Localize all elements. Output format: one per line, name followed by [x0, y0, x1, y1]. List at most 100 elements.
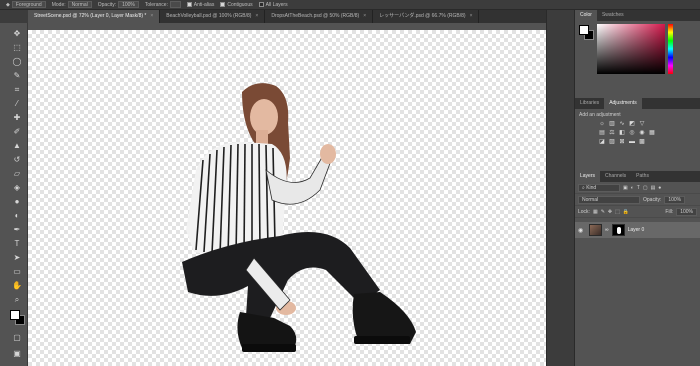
hue-slider[interactable] [668, 24, 673, 74]
brush-icon[interactable]: ✐ [10, 126, 24, 137]
tab-streetscene[interactable]: StreetScene.psd @ 72% (Layer 0, Layer Ma… [28, 10, 161, 23]
shape-icon[interactable]: ▭ [10, 266, 24, 277]
invert-icon[interactable]: ◪ [599, 139, 605, 145]
eraser-icon[interactable]: ▱ [10, 168, 24, 179]
tab-dropsatthebeach[interactable]: DropsAtTheBeach.psd @ 50% (RGB/8) × [265, 10, 374, 23]
selective-color-icon[interactable]: ▩ [639, 139, 645, 145]
stamp-icon[interactable]: ▲ [10, 140, 24, 151]
panel-foreground-swatch[interactable] [579, 25, 589, 35]
filter-smart-icon[interactable]: ▤ [651, 185, 656, 191]
opacity-control[interactable]: Opacity: 100% [98, 1, 139, 8]
close-icon[interactable]: × [255, 10, 258, 23]
filter-adjust-icon[interactable]: ◐ [631, 185, 634, 191]
color-lookup-icon[interactable]: ▦ [649, 130, 655, 136]
threshold-icon[interactable]: ⊠ [619, 139, 625, 145]
mode-control[interactable]: Mode: Normal [52, 1, 92, 8]
eye-icon[interactable]: ◉ [578, 227, 586, 234]
blur-icon[interactable]: ● [10, 196, 24, 207]
exposure-icon[interactable]: ◩ [629, 121, 635, 127]
lock-row: Lock: ▦ ✎ ✥ ⬚ 🔒 Fill: 100% [575, 206, 700, 218]
color-balance-icon[interactable]: ⚖ [609, 130, 615, 136]
lock-position-icon[interactable]: ✥ [608, 209, 612, 215]
lock-pixels-icon[interactable]: ✎ [601, 209, 605, 215]
color-panel-tabs: Color Swatches [575, 10, 700, 21]
filter-pixel-icon[interactable]: ▣ [623, 185, 628, 191]
canvas[interactable] [28, 30, 546, 366]
layer-mask-thumbnail[interactable] [611, 224, 625, 236]
lock-transparency-icon[interactable]: ▦ [593, 209, 598, 215]
zoom-icon[interactable]: ⌕ [10, 294, 24, 305]
lock-artboard-icon[interactable]: ⬚ [615, 209, 620, 215]
quick-mask-icon[interactable]: ▢ [10, 332, 24, 343]
tab-beachvolleyball[interactable]: BeachVolleyball.psd @ 100% (RGB/8) × [160, 10, 266, 23]
fill-source-select[interactable]: Foreground [11, 1, 46, 8]
layer-row[interactable]: ◉ ∞ Layer 0 [575, 222, 700, 238]
tab-swatches[interactable]: Swatches [597, 10, 629, 21]
contiguous-checkbox[interactable]: Contiguous [220, 2, 253, 8]
posterize-icon[interactable]: ▨ [609, 139, 615, 145]
color-picker-field[interactable] [597, 24, 665, 74]
tab-color[interactable]: Color [575, 10, 597, 21]
opacity-input[interactable]: 100% [118, 1, 139, 8]
panel-dock: Color Swatches Libraries Adjustments Add… [574, 10, 700, 366]
type-icon[interactable]: T [10, 238, 24, 249]
hand-icon[interactable]: ✋ [10, 280, 24, 291]
filter-shape-icon[interactable]: ▢ [643, 185, 648, 191]
close-icon[interactable]: × [150, 10, 153, 23]
eyedropper-icon[interactable]: ⁄ [10, 98, 24, 109]
move-icon[interactable]: ✥ [10, 28, 24, 39]
gradient-icon[interactable]: ◈ [10, 182, 24, 193]
pen-icon[interactable]: ✒ [10, 224, 24, 235]
mode-label: Mode: [51, 1, 66, 8]
opacity-label: Opacity: [97, 1, 117, 8]
fill-input[interactable]: 100% [676, 207, 697, 216]
tolerance-control[interactable]: Tolerance: [145, 1, 181, 8]
layer-filter-select[interactable]: ⌕ Kind [578, 183, 620, 192]
blend-mode-select[interactable]: Normal [578, 195, 640, 204]
quick-select-icon[interactable]: ✎ [10, 70, 24, 81]
marquee-icon[interactable]: ⬚ [10, 42, 24, 53]
gradient-map-icon[interactable]: ▬ [629, 139, 635, 145]
healing-icon[interactable]: ✚ [10, 112, 24, 123]
filter-label: Kind [586, 184, 597, 191]
layer-name[interactable]: Layer 0 [628, 227, 645, 233]
tool-preset[interactable]: ◆ Foreground [6, 1, 46, 8]
tab-adjustments[interactable]: Adjustments [604, 98, 642, 109]
tab-channels[interactable]: Channels [600, 171, 631, 182]
crop-icon[interactable]: ⌗ [10, 84, 24, 95]
path-select-icon[interactable]: ➤ [10, 252, 24, 263]
tab-layers[interactable]: Layers [575, 171, 601, 182]
vibrance-icon[interactable]: ▽ [639, 121, 645, 127]
filter-toggle-icon[interactable]: ● [658, 185, 661, 191]
levels-icon[interactable]: ▥ [609, 121, 615, 127]
toolbar-grip[interactable] [0, 10, 28, 23]
screen-mode-icon[interactable]: ▣ [10, 348, 24, 359]
layer-opacity-input[interactable]: 100% [664, 195, 686, 204]
antialias-checkbox[interactable]: Anti-alias [186, 2, 214, 8]
layers-panel: ⌕ Kind ▣ ◐ T ▢ ▤ ● Normal Opacity: 100% … [575, 182, 700, 366]
filter-type-icon[interactable]: T [637, 185, 640, 191]
channel-mixer-icon[interactable]: ◉ [639, 130, 645, 136]
lock-all-icon[interactable]: 🔒 [623, 209, 629, 215]
history-brush-icon[interactable]: ↺ [10, 154, 24, 165]
photo-filter-icon[interactable]: ◎ [629, 130, 635, 136]
blend-row: Normal Opacity: 100% [575, 194, 700, 206]
adjustments-panel: Add an adjustment ☼ ▥ ∿ ◩ ▽ ▤ ⚖ ◧ ◎ ◉ ▦ … [575, 109, 700, 171]
tab-paths[interactable]: Paths [631, 171, 654, 182]
foreground-color-swatch[interactable] [10, 310, 20, 320]
tolerance-input[interactable] [169, 1, 181, 8]
mode-select[interactable]: Normal [67, 1, 92, 8]
curves-icon[interactable]: ∿ [619, 121, 625, 127]
dodge-icon[interactable]: ◐ [10, 210, 24, 221]
tab-label: BeachVolleyball.psd @ 100% (RGB/8) [166, 13, 252, 19]
checkbox-icon [258, 2, 264, 7]
close-icon[interactable]: × [363, 10, 366, 23]
black-white-icon[interactable]: ◧ [619, 130, 625, 136]
lasso-icon[interactable]: ◯ [10, 56, 24, 67]
hue-saturation-icon[interactable]: ▤ [599, 130, 605, 136]
close-icon[interactable]: × [470, 10, 473, 23]
tab-redpanda[interactable]: レッサーパンダ.psd @ 66.7% (RGB/8) × [373, 10, 480, 23]
all-layers-checkbox[interactable]: All Layers [258, 2, 288, 8]
tab-libraries[interactable]: Libraries [575, 98, 604, 109]
brightness-icon[interactable]: ☼ [599, 121, 605, 127]
